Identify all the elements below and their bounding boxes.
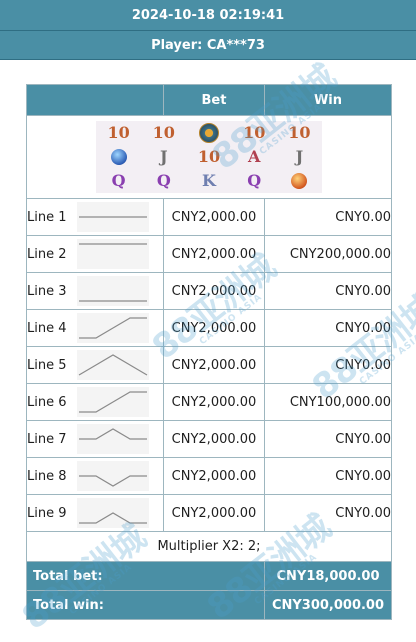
payline-win: CNY0.00 — [264, 198, 392, 236]
payline-row: Line 5 CNY2,000.00 CNY0.00 — [26, 346, 392, 384]
payline-label: Line 6 — [27, 394, 67, 410]
payline-bet: CNY2,000.00 — [163, 198, 265, 236]
payline-pattern-icon — [77, 202, 149, 232]
payline-label: Line 4 — [27, 320, 67, 336]
payline-pattern-icon — [77, 387, 149, 417]
payline-label: Line 8 — [27, 468, 67, 484]
reel-cell — [291, 173, 308, 189]
ten-symbol: 10 — [197, 147, 221, 166]
payline-win: CNY0.00 — [264, 494, 392, 532]
multiplier-text: Multiplier X2: 2; — [26, 531, 392, 562]
payline-win: CNY100,000.00 — [264, 383, 392, 421]
payline-row: Line 3 CNY2,000.00 CNY0.00 — [26, 272, 392, 310]
payline-bet: CNY2,000.00 — [163, 494, 265, 532]
total-win-row: Total win: CNY300,000.00 — [26, 590, 392, 620]
payline-bet: CNY2,000.00 — [163, 235, 265, 273]
payline-label: Line 9 — [27, 505, 67, 521]
payline-label: Line 2 — [27, 246, 67, 262]
payline-bet: CNY2,000.00 — [163, 346, 265, 384]
total-bet-value: CNY18,000.00 — [264, 561, 392, 591]
ten-symbol: 10 — [243, 123, 266, 142]
payline-label: Line 3 — [27, 283, 67, 299]
payline-pattern-icon — [77, 350, 149, 380]
total-bet-row: Total bet: CNY18,000.00 — [26, 561, 392, 591]
payline-win: CNY0.00 — [264, 346, 392, 384]
payline-win: CNY200,000.00 — [264, 235, 392, 273]
round-datetime: 2024-10-18 02:19:41 — [0, 0, 416, 31]
payline-row: Line 8 CNY2,000.00 CNY0.00 — [26, 457, 392, 495]
payline-row: Line 9 CNY2,000.00 CNY0.00 — [26, 494, 392, 532]
king-symbol: K — [202, 171, 216, 190]
payline-pattern-icon — [77, 461, 149, 491]
payline-bet: CNY2,000.00 — [163, 383, 265, 421]
total-win-label: Total win: — [26, 590, 265, 620]
total-bet-label: Total bet: — [26, 561, 265, 591]
payline-row: Line 6 CNY2,000.00 CNY100,000.00 — [26, 383, 392, 421]
payline-win: CNY0.00 — [264, 457, 392, 495]
payline-pattern-icon — [77, 276, 149, 306]
payline-win: CNY0.00 — [264, 420, 392, 458]
payline-bet: CNY2,000.00 — [163, 309, 265, 347]
ten-symbol: 10 — [288, 123, 311, 142]
payline-row: Line 2 CNY2,000.00 CNY200,000.00 — [26, 235, 392, 273]
orange-gem-icon — [291, 173, 308, 189]
queen-symbol: Q — [247, 171, 262, 190]
player-id: Player: CA***73 — [0, 31, 416, 60]
payline-pattern-icon — [77, 424, 149, 454]
payline-pattern-icon — [77, 239, 149, 269]
multiplier-row: Multiplier X2: 2; — [26, 531, 392, 562]
ace-symbol: A — [247, 147, 261, 166]
payline-label: Line 7 — [27, 431, 67, 447]
bet-details-table: Bet Win 10 10 10 10 J 10 A J Q Q K Q Line 1 CNY2,000… — [26, 84, 392, 620]
total-win-value: CNY300,000.00 — [264, 590, 392, 620]
reel-grid: 10 10 10 10 J 10 A J Q Q K Q — [96, 121, 322, 193]
payline-bet: CNY2,000.00 — [163, 420, 265, 458]
column-header-win: Win — [264, 84, 392, 116]
blue-gem-icon — [110, 149, 127, 165]
payline-row: Line 7 CNY2,000.00 CNY0.00 — [26, 420, 392, 458]
ten-symbol: 10 — [107, 123, 130, 142]
payline-label: Line 1 — [27, 209, 67, 225]
reel-result-row: 10 10 10 10 J 10 A J Q Q K Q — [26, 115, 392, 199]
column-header-row: Bet Win — [26, 84, 392, 116]
payline-pattern-icon — [77, 313, 149, 343]
payline-row: Line 1 CNY2,000.00 CNY0.00 — [26, 198, 392, 236]
reel-cell — [110, 149, 127, 165]
payline-pattern-icon — [77, 498, 149, 528]
payline-bet: CNY2,000.00 — [163, 457, 265, 495]
wild-gem-icon — [198, 123, 219, 143]
queen-symbol: Q — [156, 171, 171, 190]
queen-symbol: Q — [111, 171, 126, 190]
payline-row: Line 4 CNY2,000.00 CNY0.00 — [26, 309, 392, 347]
payline-win: CNY0.00 — [264, 309, 392, 347]
jack-symbol: J — [160, 147, 168, 166]
payline-bet: CNY2,000.00 — [163, 272, 265, 310]
payline-win: CNY0.00 — [264, 272, 392, 310]
payline-label: Line 5 — [27, 357, 67, 373]
column-header-bet: Bet — [163, 84, 265, 116]
reel-cell — [198, 123, 219, 143]
jack-symbol: J — [295, 147, 304, 166]
ten-symbol: 10 — [152, 123, 175, 142]
column-header-line — [26, 84, 164, 116]
